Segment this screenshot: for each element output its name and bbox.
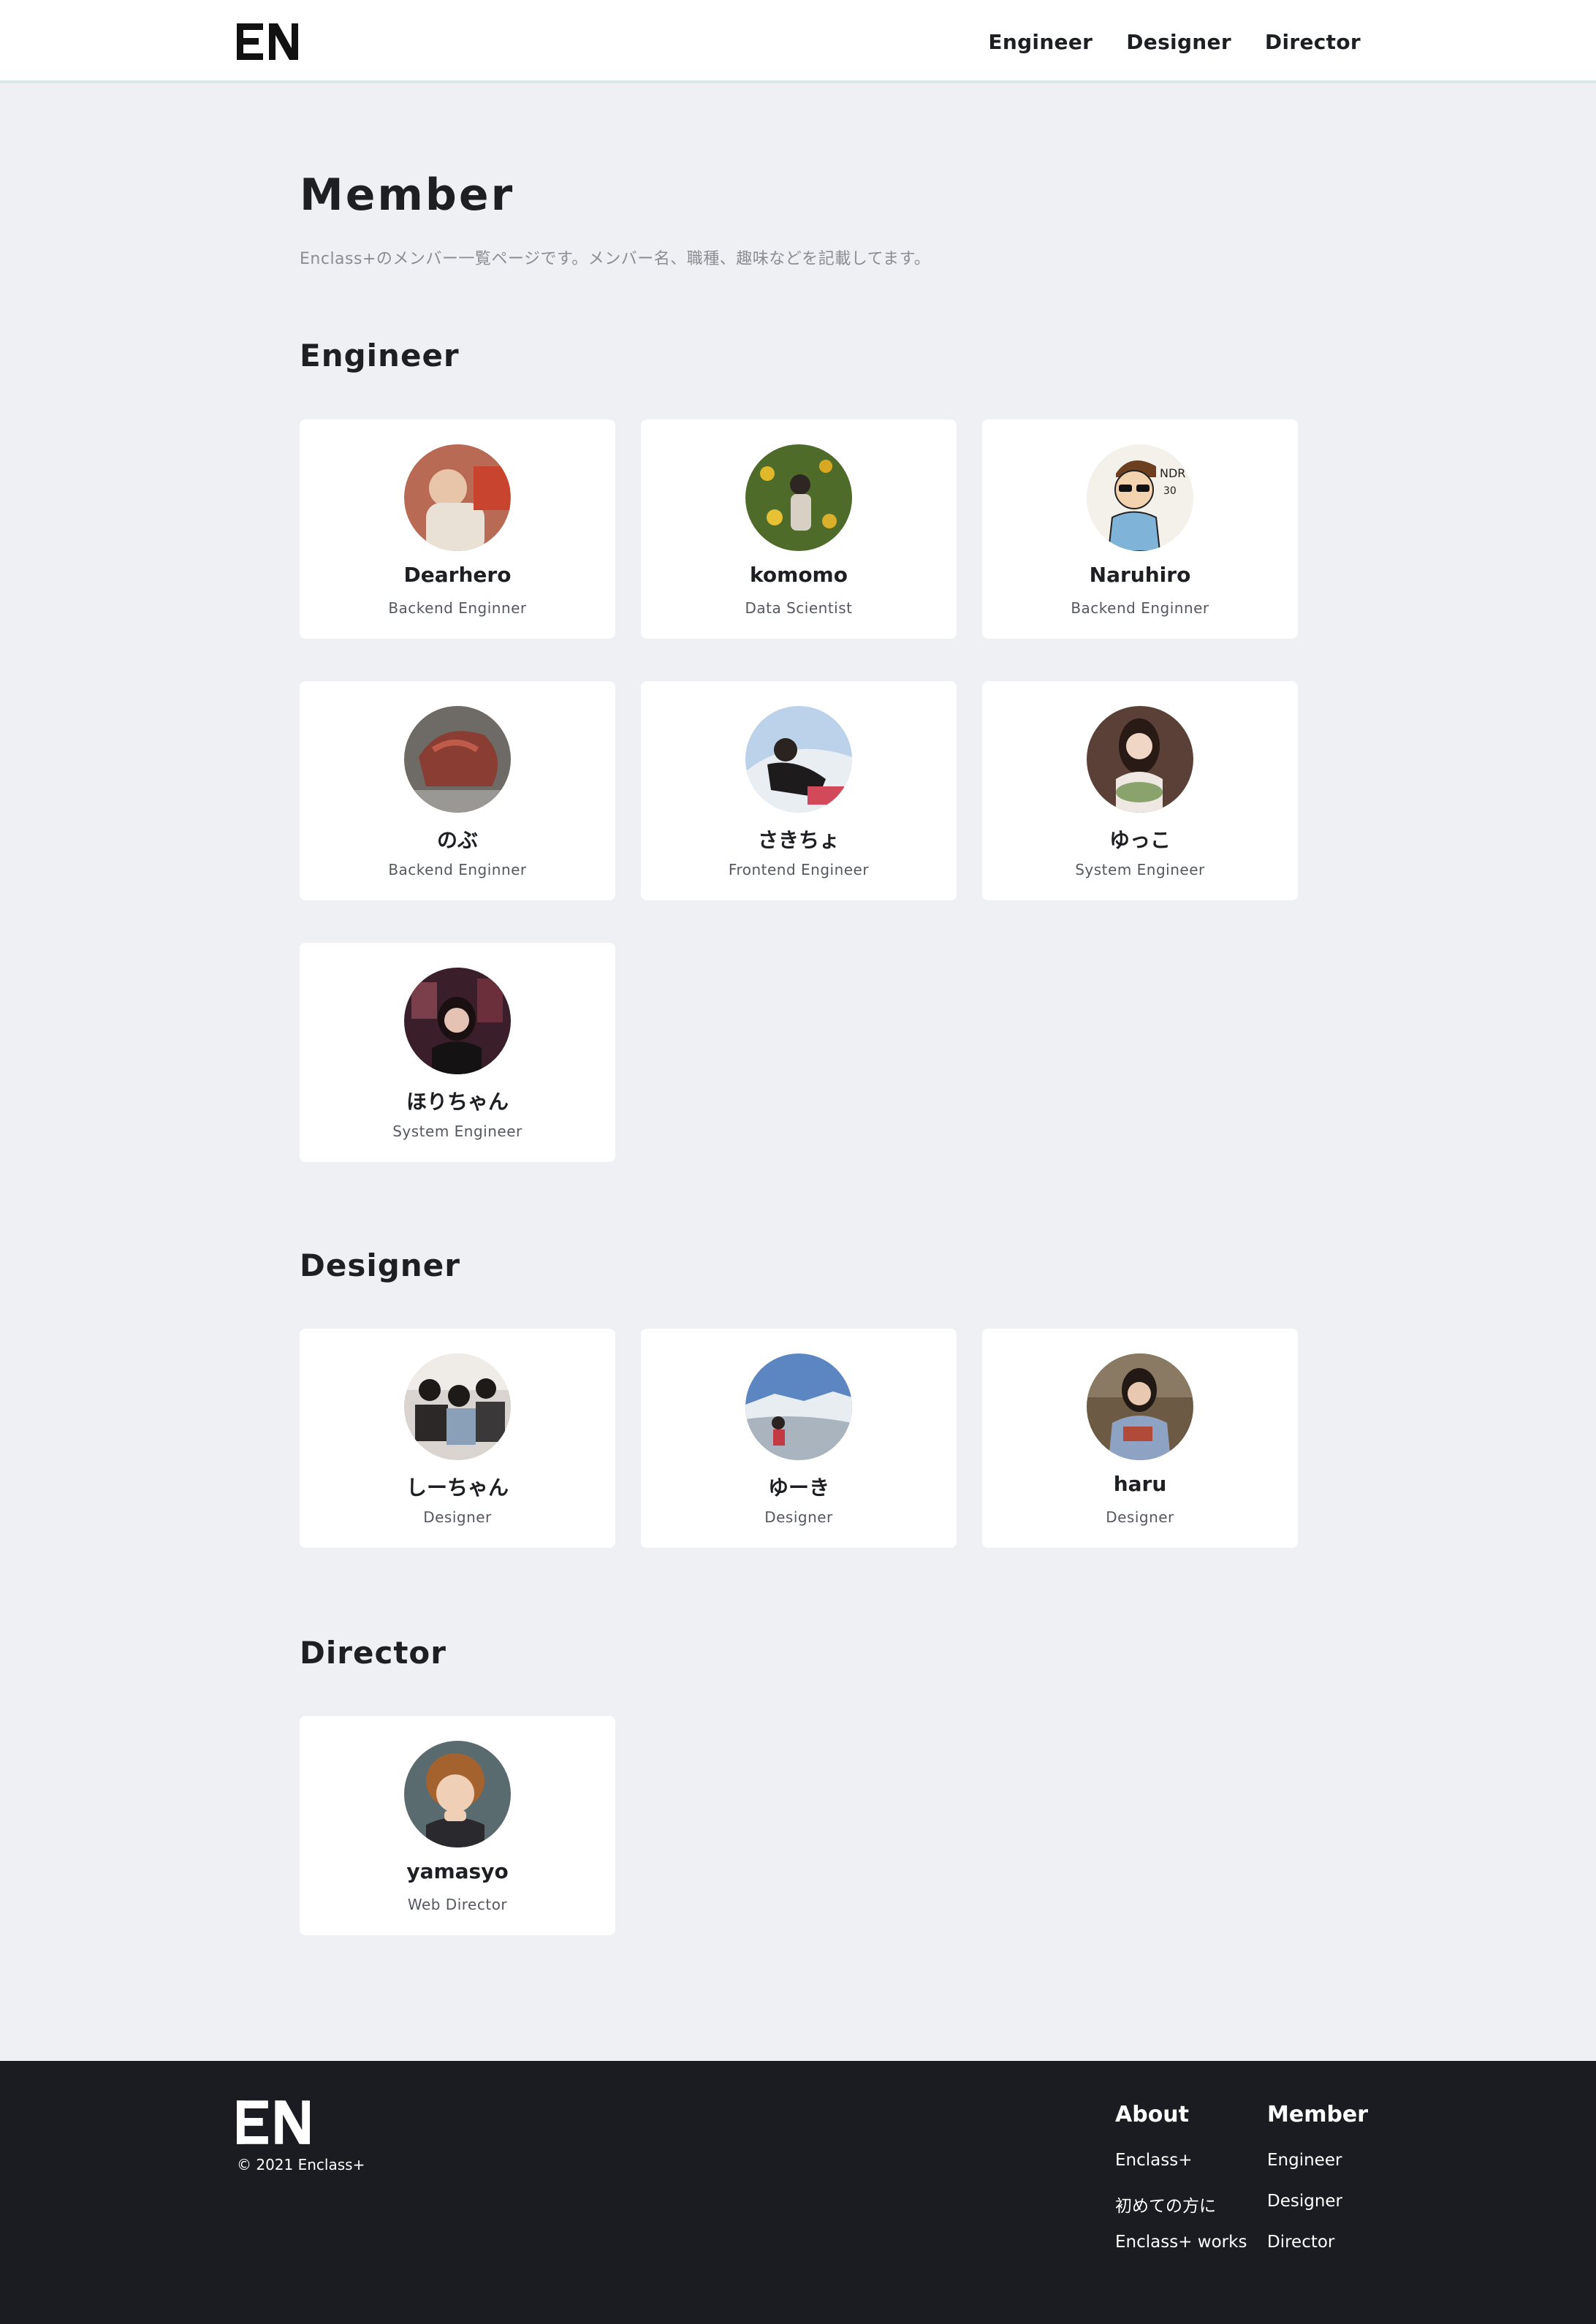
member-role: Frontend Engineer (728, 861, 870, 878)
member-card[interactable]: ゆっこ System Engineer (982, 681, 1298, 900)
member-role: System Engineer (1075, 861, 1205, 878)
avatar (745, 444, 852, 551)
member-role: Designer (764, 1508, 833, 1526)
member-card[interactable]: NDR 30 Naruhiro Backend Enginner (982, 419, 1298, 639)
footer-link-first-time[interactable]: 初めての方に (1115, 2192, 1247, 2233)
member-role: Web Director (407, 1896, 508, 1913)
member-role: Backend Enginner (388, 599, 527, 617)
member-role: Designer (1106, 1508, 1174, 1526)
member-name: ゆっこ (1109, 828, 1171, 852)
member-name: ほりちゃん (406, 1090, 509, 1114)
nav-engineer[interactable]: Engineer (988, 30, 1092, 54)
member-card[interactable]: さきちょ Frontend Engineer (641, 681, 957, 900)
member-name: komomo (750, 563, 848, 587)
member-name: のぶ (436, 828, 478, 852)
member-card[interactable]: ほりちゃん System Engineer (300, 943, 615, 1162)
avatar (1087, 706, 1193, 813)
site-footer: © 2021 Enclass+ About Enclass+ 初めての方に En… (0, 2061, 1596, 2324)
member-role: Data Scientist (745, 599, 853, 617)
site-logo[interactable] (237, 23, 298, 60)
member-card[interactable]: ゆーき Designer (641, 1329, 957, 1548)
avatar (404, 444, 511, 551)
member-card[interactable]: komomo Data Scientist (641, 419, 957, 639)
member-name: ゆーき (767, 1476, 829, 1500)
member-role: Designer (423, 1508, 492, 1526)
svg-text:30: 30 (1163, 485, 1177, 497)
section-title-designer: Designer (300, 1248, 460, 1283)
copyright: © 2021 Enclass+ (237, 2156, 365, 2173)
member-name: yamasyo (406, 1859, 509, 1883)
footer-logo[interactable] (237, 2100, 310, 2144)
section-title-director: Director (300, 1635, 446, 1671)
page-title: Member (300, 170, 515, 221)
site-header: Engineer Designer Director (0, 0, 1596, 83)
member-card[interactable]: Dearhero Backend Enginner (300, 419, 615, 639)
footer-link-engineer[interactable]: Engineer (1267, 2151, 1368, 2192)
footer-link-director[interactable]: Director (1267, 2233, 1368, 2274)
member-card[interactable]: しーちゃん Designer (300, 1329, 615, 1548)
section-title-engineer: Engineer (300, 338, 460, 373)
member-name: Dearhero (403, 563, 512, 587)
nav-designer[interactable]: Designer (1126, 30, 1231, 54)
member-name: しーちゃん (406, 1476, 509, 1500)
footer-member-column: Member Engineer Designer Director (1267, 2102, 1368, 2274)
main-nav: Engineer Designer Director (988, 0, 1361, 83)
member-name: さきちょ (757, 828, 840, 852)
avatar (1087, 1353, 1193, 1460)
footer-about-column: About Enclass+ 初めての方に Enclass+ works (1115, 2102, 1247, 2274)
footer-member-title: Member (1267, 2102, 1369, 2127)
avatar (745, 1353, 852, 1460)
footer-about-title: About (1115, 2102, 1190, 2127)
avatar (404, 706, 511, 813)
footer-link-works[interactable]: Enclass+ works (1115, 2233, 1247, 2274)
member-name: haru (1113, 1472, 1167, 1496)
nav-director[interactable]: Director (1265, 30, 1361, 54)
member-card[interactable]: のぶ Backend Enginner (300, 681, 615, 900)
member-role: Backend Enginner (388, 861, 527, 878)
avatar (404, 968, 511, 1074)
svg-text:NDR: NDR (1160, 466, 1185, 480)
member-role: System Engineer (392, 1123, 522, 1140)
member-role: Backend Enginner (1071, 599, 1209, 617)
avatar (404, 1741, 511, 1848)
avatar (745, 706, 852, 813)
page-description: Enclass+のメンバー一覧ページです。メンバー名、職種、趣味などを記載してま… (300, 250, 931, 268)
avatar (404, 1353, 511, 1460)
member-name: Naruhiro (1089, 563, 1191, 587)
footer-link-enclass[interactable]: Enclass+ (1115, 2151, 1247, 2192)
footer-link-designer[interactable]: Designer (1267, 2192, 1368, 2233)
member-card[interactable]: haru Designer (982, 1329, 1298, 1548)
member-card[interactable]: yamasyo Web Director (300, 1716, 615, 1935)
avatar: NDR 30 (1087, 444, 1193, 551)
